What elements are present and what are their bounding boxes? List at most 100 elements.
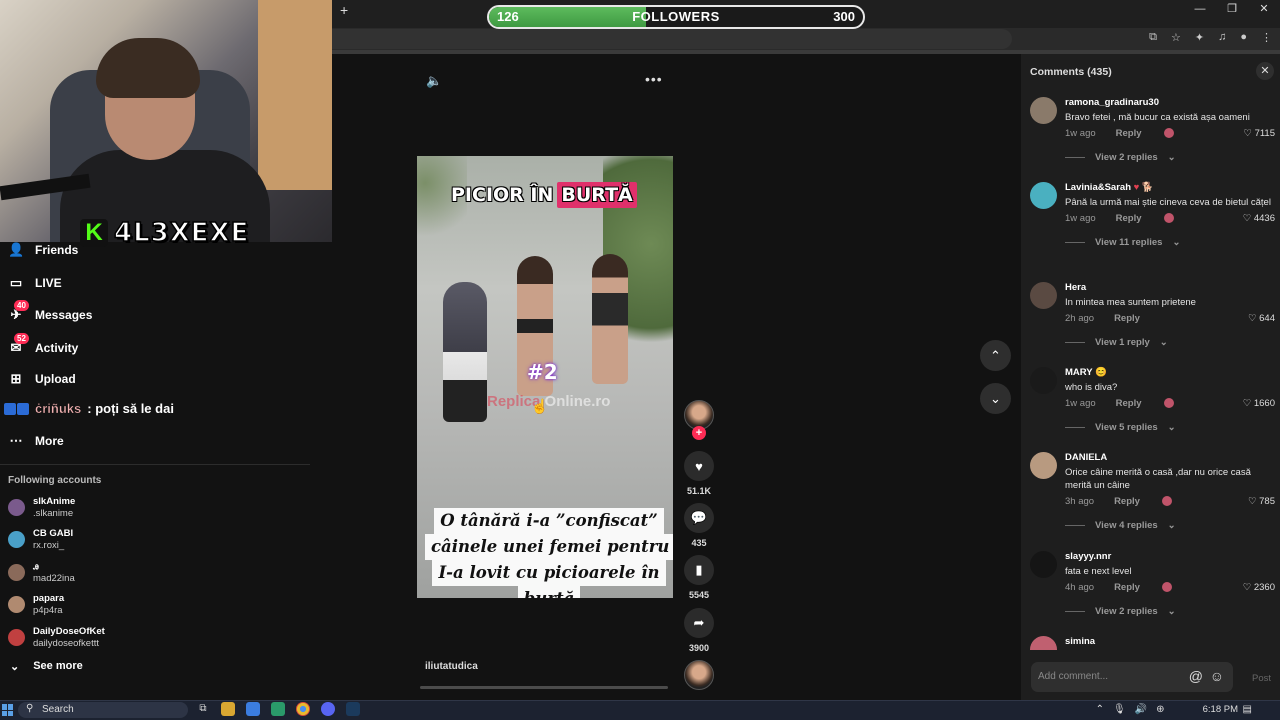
comment-icon[interactable]: 💬: [684, 503, 714, 533]
nav-upload[interactable]: ⊞ Upload: [8, 371, 76, 387]
emoji-icon[interactable]: ☺: [1210, 668, 1224, 684]
music-disc-avatar[interactable]: [684, 660, 714, 690]
follow-plus-button[interactable]: +: [692, 426, 706, 440]
nav-live[interactable]: ▭ LIVE: [8, 275, 62, 291]
heart-icon[interactable]: ♥: [684, 451, 714, 481]
creator-liked-icon: [1163, 398, 1174, 408]
store-icon[interactable]: [246, 702, 260, 716]
speaker-icon[interactable]: 🔊: [1135, 704, 1147, 715]
minimize-button[interactable]: —: [1184, 0, 1216, 20]
file-explorer-icon[interactable]: [221, 702, 235, 716]
microphone-icon[interactable]: 🎙: [1113, 704, 1126, 715]
view-replies-button[interactable]: View 2 replies ⌄: [1065, 606, 1275, 617]
comment-like-button[interactable]: ♡ 1660: [1243, 398, 1275, 409]
view-replies-button[interactable]: View 5 replies ⌄: [1065, 422, 1275, 433]
following-account[interactable]: DailyDoseOfKet dailydoseofkettt: [8, 626, 105, 649]
video-progress-bar[interactable]: [420, 686, 668, 689]
comment-like-button[interactable]: ♡ 785: [1248, 496, 1275, 507]
reply-button[interactable]: Reply: [1116, 213, 1142, 224]
avatar[interactable]: [1030, 97, 1057, 124]
nav-more[interactable]: ⋯ More: [8, 433, 64, 449]
avatar[interactable]: [1030, 367, 1057, 394]
taskbar-search[interactable]: ⚲ Search: [18, 702, 188, 718]
post-button[interactable]: Post: [1252, 673, 1271, 684]
restore-button[interactable]: ❐: [1216, 0, 1248, 20]
windows-start-icon[interactable]: [2, 704, 14, 716]
network-icon[interactable]: ⊕: [1156, 704, 1164, 715]
more-options-icon[interactable]: •••: [645, 71, 663, 87]
nav-friends[interactable]: 👤 Friends: [8, 242, 78, 258]
like-action[interactable]: ♥ 51.1K: [684, 451, 714, 496]
avatar[interactable]: [1030, 452, 1057, 479]
profile-icon[interactable]: ●: [1240, 31, 1247, 44]
streamer-tag: K 4L3XEXE: [80, 217, 249, 249]
reply-button[interactable]: Reply: [1116, 128, 1142, 139]
bookmark-icon[interactable]: ▮: [684, 555, 714, 585]
discord-icon[interactable]: [321, 702, 335, 716]
see-more-button[interactable]: ⌄ See more: [10, 660, 83, 673]
comment-username[interactable]: ramona_gradinaru30: [1065, 97, 1275, 109]
nav-activity[interactable]: ✉ 52 Activity: [8, 333, 78, 356]
episode-number: #2: [527, 360, 558, 384]
comment-username[interactable]: Hera: [1065, 282, 1275, 294]
close-comments-button[interactable]: ✕: [1256, 62, 1274, 80]
notification-icon[interactable]: ▤: [1243, 704, 1252, 715]
comment-username[interactable]: MARY 😊: [1065, 367, 1275, 379]
save-action[interactable]: ▮ 5545: [684, 555, 714, 600]
view-replies-button[interactable]: View 11 replies ⌄: [1065, 237, 1275, 248]
next-video-button[interactable]: ⌄: [980, 383, 1011, 414]
live-icon: ▭: [9, 275, 23, 290]
avatar[interactable]: [1030, 282, 1057, 309]
reply-button[interactable]: Reply: [1114, 313, 1140, 324]
following-account[interactable]: CB GABI rx.roxi_: [8, 528, 73, 551]
comment-like-button[interactable]: ♡ 2360: [1243, 582, 1275, 593]
comment-like-button[interactable]: ♡ 644: [1248, 313, 1275, 324]
following-account[interactable]: papara p4p4ra: [8, 593, 64, 616]
mention-icon[interactable]: @: [1189, 668, 1203, 684]
previous-video-button[interactable]: ⌃: [980, 340, 1011, 371]
chrome-icon[interactable]: [296, 702, 310, 716]
following-account[interactable]: ꭿ mad22ina: [8, 561, 75, 584]
view-replies-button[interactable]: View 4 replies ⌄: [1065, 520, 1275, 531]
volume-icon[interactable]: 🔈: [426, 73, 442, 89]
steam-icon[interactable]: [346, 702, 360, 716]
star-icon[interactable]: ☆: [1171, 31, 1181, 44]
chevron-down-icon: ⌄: [10, 661, 20, 673]
video-player[interactable]: PICIOR ÎN BURTĂ #2 Replica Online.ro O tâ…: [417, 156, 673, 598]
comment-username[interactable]: simina: [1065, 636, 1275, 648]
address-bar[interactable]: [332, 29, 1012, 49]
extensions-icon[interactable]: ✦: [1195, 31, 1204, 44]
comment-username[interactable]: Lavinia&Sarah ♥ 🐕: [1065, 182, 1275, 194]
media-icon[interactable]: ♫: [1218, 31, 1226, 44]
new-tab-button[interactable]: +: [340, 2, 348, 18]
view-replies-button[interactable]: View 2 replies ⌄: [1065, 152, 1275, 163]
reply-button[interactable]: Reply: [1114, 582, 1140, 593]
following-account[interactable]: slkAnime .slkanime: [8, 496, 75, 519]
app-icon[interactable]: [271, 702, 285, 716]
comment-username[interactable]: DANIELA: [1065, 452, 1275, 464]
comment-like-button[interactable]: ♡ 7115: [1243, 128, 1275, 139]
comments-title: Comments (435): [1030, 66, 1112, 78]
comment-action[interactable]: 💬 435: [684, 503, 714, 548]
chevron-up-icon[interactable]: ⌃: [1096, 704, 1104, 715]
avatar[interactable]: [1030, 636, 1057, 650]
share-action[interactable]: ➦ 3900: [684, 608, 714, 653]
close-window-button[interactable]: ✕: [1248, 0, 1280, 20]
menu-icon[interactable]: ⋮: [1261, 31, 1272, 44]
task-view-icon[interactable]: ⧉: [196, 702, 210, 716]
reply-button[interactable]: Reply: [1114, 496, 1140, 507]
comment-text: In mintea mea suntem prietene: [1065, 297, 1196, 308]
stream-chat-message: ċriñuks : poți să le dai: [4, 401, 174, 416]
video-author[interactable]: iliutatudica: [425, 661, 478, 672]
comment-input[interactable]: Add comment... @ ☺: [1031, 662, 1233, 692]
share-icon[interactable]: ➦: [684, 608, 714, 638]
view-replies-button[interactable]: View 1 reply ⌄: [1065, 337, 1275, 348]
nav-messages[interactable]: ✈ 40 Messages: [8, 300, 92, 323]
comment-username[interactable]: slayyy.nnr: [1065, 551, 1275, 563]
avatar[interactable]: [1030, 182, 1057, 209]
reply-button[interactable]: Reply: [1116, 398, 1142, 409]
cast-icon[interactable]: ⧉: [1149, 31, 1157, 44]
comment-like-button[interactable]: ♡ 4436: [1243, 213, 1275, 224]
comment-input-placeholder: Add comment...: [1038, 671, 1109, 682]
avatar[interactable]: [1030, 551, 1057, 578]
